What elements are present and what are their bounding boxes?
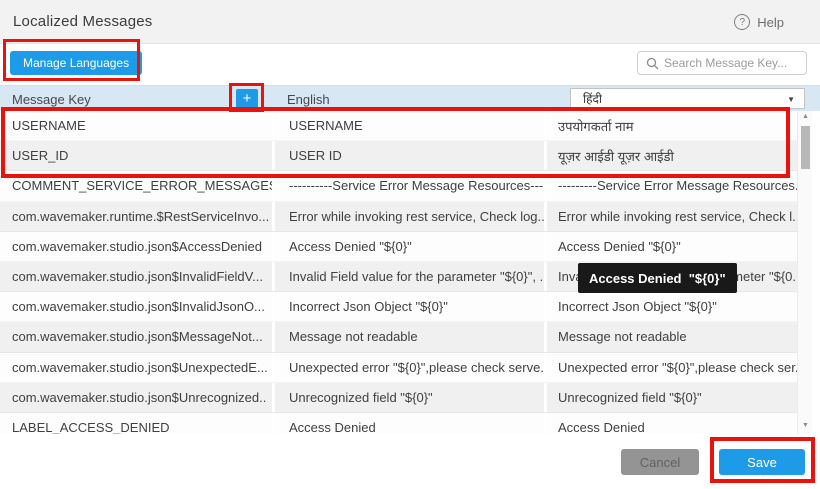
cell-message-key[interactable]: COMMENT_SERVICE_ERROR_MESSAGES <box>0 171 275 200</box>
cell-english[interactable]: Access Denied <box>275 413 547 434</box>
cell-english[interactable]: Incorrect Json Object "${0}" <box>275 292 547 321</box>
add-language-button[interactable]: + <box>236 89 258 109</box>
cell-message-key[interactable]: com.wavemaker.studio.json$MessageNot... <box>0 322 275 351</box>
table-row[interactable]: com.wavemaker.studio.json$MessageNot... … <box>0 322 797 352</box>
cell-english[interactable]: Invalid Field value for the parameter "$… <box>275 262 547 291</box>
cell-english[interactable]: Access Denied "${0}" <box>275 232 547 261</box>
grid-header: Message Key + English हिंदी ▼ <box>0 85 820 111</box>
cell-message-key[interactable]: com.wavemaker.runtime.$RestServiceInvo..… <box>0 202 275 231</box>
cell-message-key[interactable]: com.wavemaker.studio.json$InvalidFieldV.… <box>0 262 275 291</box>
column-header-english: English <box>287 86 330 112</box>
language-dropdown-value: हिंदी <box>583 90 602 107</box>
cell-message-key[interactable]: USER_ID <box>0 141 275 170</box>
cell-english[interactable]: USERNAME <box>275 111 547 140</box>
page-title: Localized Messages <box>0 13 153 30</box>
cell-localized[interactable]: Unrecognized field "${0}" <box>547 383 797 412</box>
cell-localized[interactable]: ---------Service Error Message Resources… <box>547 171 797 200</box>
cell-localized[interactable]: Error while invoking rest service, Check… <box>547 202 797 231</box>
table-row[interactable]: USER_ID USER ID यूज़र आईडी यूज़र आईडी <box>0 141 797 171</box>
help-label: Help <box>757 15 784 30</box>
cell-localized[interactable]: Unexpected error "${0}",please check ser… <box>547 353 797 382</box>
cell-message-key[interactable]: com.wavemaker.studio.json$InvalidJsonO..… <box>0 292 275 321</box>
table-row[interactable]: com.wavemaker.studio.json$UnexpectedE...… <box>0 353 797 383</box>
cell-localized[interactable]: Access Denied "${0}" <box>547 232 797 261</box>
cell-message-key[interactable]: com.wavemaker.studio.json$Unrecognized.. <box>0 383 275 412</box>
cell-localized[interactable]: यूज़र आईडी यूज़र आईडी <box>547 141 797 170</box>
table-row[interactable]: USERNAME USERNAME उपयोगकर्ता नाम <box>0 111 797 141</box>
cell-english[interactable]: USER ID <box>275 141 547 170</box>
cell-english[interactable]: Unexpected error "${0}",please check ser… <box>275 353 547 382</box>
cell-english[interactable]: Unrecognized field "${0}" <box>275 383 547 412</box>
table-row[interactable]: com.wavemaker.runtime.$RestServiceInvo..… <box>0 202 797 232</box>
language-dropdown[interactable]: हिंदी ▼ <box>570 88 805 109</box>
cell-english[interactable]: ----------Service Error Message Resource… <box>275 171 547 200</box>
table-row[interactable]: com.wavemaker.studio.json$AccessDenied A… <box>0 232 797 262</box>
search-icon <box>646 57 659 70</box>
save-button[interactable]: Save <box>719 449 805 475</box>
cell-message-key[interactable]: com.wavemaker.studio.json$AccessDenied <box>0 232 275 261</box>
cell-localized[interactable]: उपयोगकर्ता नाम <box>547 111 797 140</box>
search-box[interactable] <box>637 51 807 75</box>
vertical-scrollbar[interactable]: ▲ ▼ <box>797 111 812 434</box>
cell-english[interactable]: Message not readable <box>275 322 547 351</box>
cell-localized[interactable]: Message not readable <box>547 322 797 351</box>
table-row[interactable]: com.wavemaker.studio.json$InvalidJsonO..… <box>0 292 797 322</box>
cell-english[interactable]: Error while invoking rest service, Check… <box>275 202 547 231</box>
chevron-down-icon: ▼ <box>787 95 795 104</box>
help-button[interactable]: ? Help <box>734 0 784 44</box>
cell-localized[interactable]: Access Denied <box>547 413 797 434</box>
scroll-up-icon[interactable]: ▲ <box>798 113 813 120</box>
localized-messages-dialog: Localized Messages ? Help Manage Languag… <box>0 0 820 489</box>
scroll-down-icon[interactable]: ▼ <box>798 422 813 429</box>
manage-languages-button[interactable]: Manage Languages <box>10 51 142 75</box>
search-input[interactable] <box>664 56 799 70</box>
cell-localized[interactable]: Incorrect Json Object "${0}" <box>547 292 797 321</box>
column-header-message-key: Message Key <box>12 86 91 112</box>
cell-message-key[interactable]: USERNAME <box>0 111 275 140</box>
scrollbar-thumb[interactable] <box>801 126 810 169</box>
table-row[interactable]: LABEL_ACCESS_DENIED Access Denied Access… <box>0 413 797 434</box>
tooltip: Access Denied "${0}" <box>578 263 737 293</box>
table-row[interactable]: com.wavemaker.studio.json$Unrecognized..… <box>0 383 797 413</box>
title-bar: Localized Messages ? Help <box>0 0 820 44</box>
table-row[interactable]: COMMENT_SERVICE_ERROR_MESSAGES ---------… <box>0 171 797 201</box>
help-icon: ? <box>734 14 750 30</box>
cancel-button[interactable]: Cancel <box>621 449 699 475</box>
cell-message-key[interactable]: LABEL_ACCESS_DENIED <box>0 413 275 434</box>
cell-message-key[interactable]: com.wavemaker.studio.json$UnexpectedE... <box>0 353 275 382</box>
